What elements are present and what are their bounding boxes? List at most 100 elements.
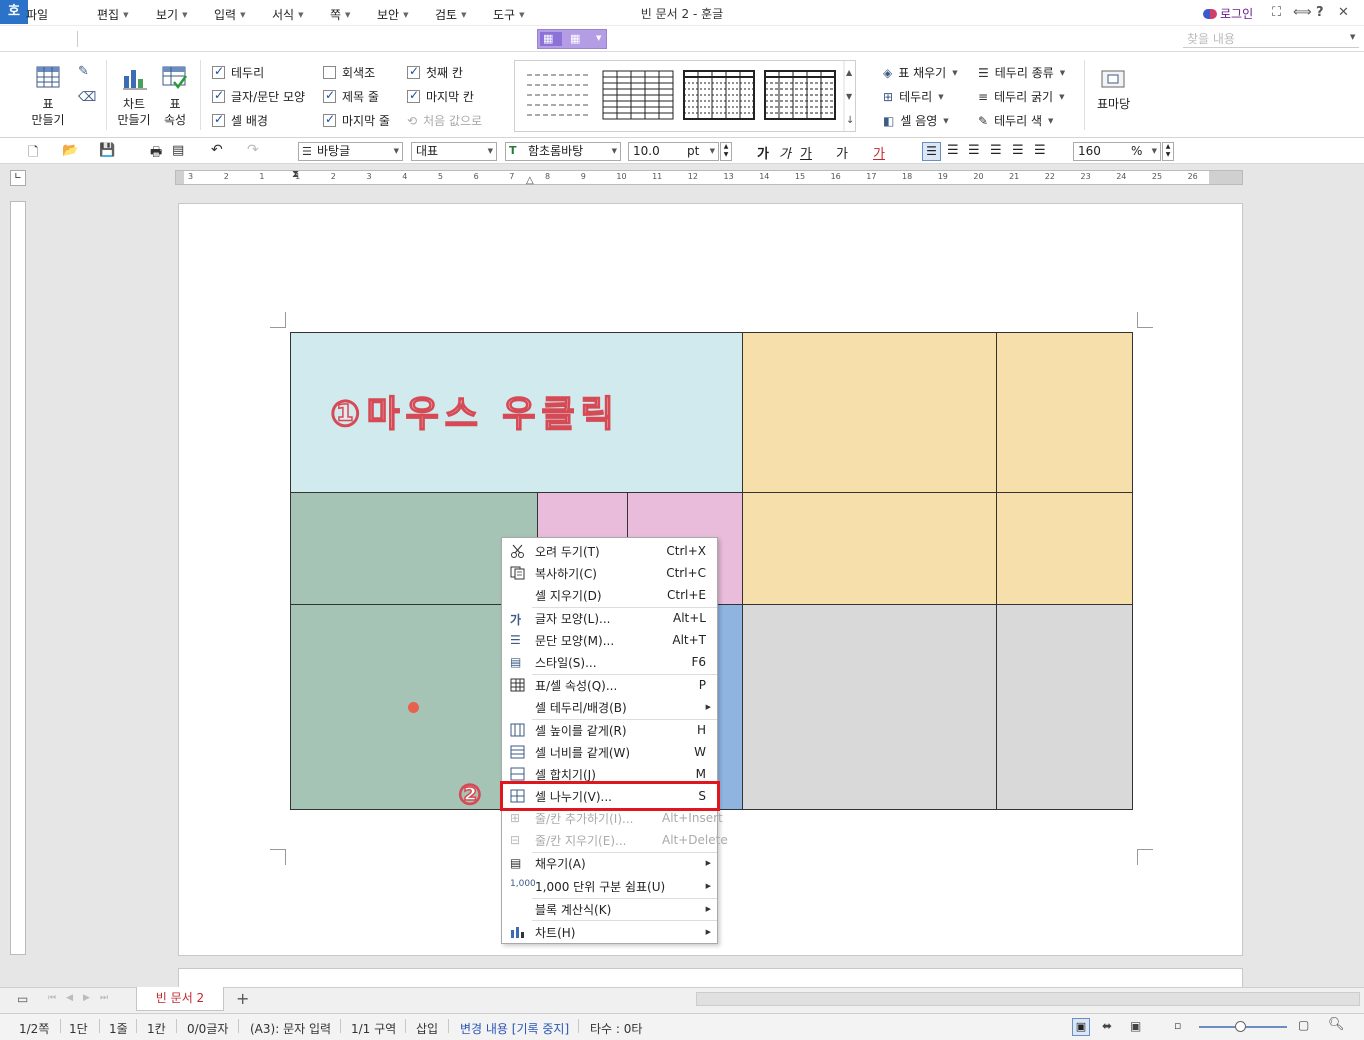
table-prop-button[interactable]: 표 속성 — [157, 96, 193, 128]
style-select[interactable]: 바탕글 ▼ — [298, 142, 403, 161]
menu-item-cell-border[interactable]: 셀 테두리/배경(B) ▶ — [502, 696, 717, 718]
check-title-row[interactable]: 제목 줄 — [323, 88, 379, 105]
zoom-out-icon[interactable]: ▫ — [1174, 1019, 1181, 1032]
table-draw-icon[interactable]: ✎ — [78, 64, 89, 79]
menu-item-copy[interactable]: 복사하기(C) Ctrl+C — [502, 562, 717, 584]
align-left-icon[interactable]: ☰ — [947, 143, 959, 158]
save-icon[interactable]: 💾 — [99, 143, 115, 158]
zoom-spinner[interactable]: ▲ ▼ — [1162, 142, 1174, 161]
table-fill-button[interactable]: ◈ 표 채우기 ▼ — [883, 64, 958, 81]
table-mode-toggle[interactable]: ▦ ▦ ▼ — [537, 29, 607, 49]
menu-item-fill[interactable]: ▤ 채우기(A) ▶ — [502, 852, 717, 874]
right-indent-icon[interactable]: △ — [526, 175, 534, 186]
menu-item-style[interactable]: ▤ 스타일(S)... F6 — [502, 651, 717, 673]
strike-button[interactable]: 가 — [836, 143, 848, 162]
table-cell[interactable] — [742, 604, 997, 810]
zoom-input[interactable]: 160% ▼ — [1073, 142, 1161, 161]
search-dropdown-icon[interactable]: ▼ — [1350, 33, 1355, 41]
check-border[interactable]: 테두리 — [212, 64, 264, 81]
bold-button[interactable]: 가 — [757, 143, 769, 162]
zoom-in-icon[interactable]: ▢ — [1298, 1018, 1309, 1032]
menu-page[interactable]: 쪽 ▼ — [330, 6, 350, 23]
chart-make-button[interactable]: 차트 만들기 — [116, 96, 152, 128]
menu-item-equal-width[interactable]: 셀 너비를 같게(W) W — [502, 741, 717, 763]
table-erase-icon[interactable]: ⌫ — [78, 90, 96, 105]
page-view-button-icon[interactable]: ▣ — [1072, 1018, 1090, 1036]
menu-item-thousand-sep[interactable]: 1,000 1,000 단위 구분 쉼표(U) ▶ — [502, 875, 717, 897]
horizontal-scrollbar[interactable] — [696, 992, 1360, 1006]
font-select[interactable]: 함초롬바탕 ▼ — [505, 142, 621, 161]
tab-document[interactable]: 빈 문서 2 — [136, 987, 224, 1011]
table-madang-button[interactable]: 표마당 — [1097, 96, 1130, 112]
new-doc-icon[interactable]: 🗋 — [28, 143, 38, 165]
menu-edit[interactable]: 편집 ▼ — [97, 6, 128, 23]
align-right-icon[interactable]: ☰ — [968, 143, 980, 158]
border-color-button[interactable]: ✎ 테두리 색 ▼ — [978, 112, 1053, 129]
vertical-ruler[interactable] — [10, 201, 26, 955]
menu-review[interactable]: 검토 ▼ — [435, 6, 466, 23]
menu-file[interactable]: 파일 — [26, 6, 48, 23]
width-view-icon[interactable]: ⬌ — [1102, 1019, 1112, 1033]
search-input[interactable]: 찾을 내용 — [1183, 30, 1359, 48]
table-cell[interactable] — [996, 332, 1133, 493]
menu-tools[interactable]: 도구 ▼ — [493, 6, 524, 23]
font-size-input[interactable]: 10.0 pt ▼ — [628, 142, 719, 161]
tab-nav-icons[interactable]: ⏮◀▶⏭ — [48, 993, 118, 1003]
full-view-icon[interactable]: ▣ — [1130, 1019, 1141, 1033]
check-first-col[interactable]: 첫째 칸 — [407, 64, 463, 81]
horizontal-ruler[interactable]: 3 2 1 1 2 3 4 5 6 7 8 9 10 11 12 13 14 15 16 17 18 19 20 21 22 23… — [175, 170, 1243, 185]
menu-item-para-shape[interactable]: ☰ 문단 모양(M)... Alt+T — [502, 629, 717, 651]
font-color-button[interactable]: 가 — [873, 143, 885, 162]
fullscreen-icon[interactable]: ⛶ — [1272, 5, 1281, 20]
print-icon[interactable]: 🖶 — [150, 143, 162, 165]
table-style-gallery[interactable]: ▲ ▼ ↓ — [514, 60, 856, 132]
resize-icon[interactable]: ⟺ — [1293, 5, 1312, 20]
open-icon[interactable]: 📂 — [62, 143, 78, 158]
page-view-icon[interactable]: ▭ — [17, 992, 28, 1006]
menu-item-cut[interactable]: 오려 두기(T) Ctrl+X — [502, 540, 717, 562]
table-cell[interactable] — [742, 492, 997, 605]
table-cell[interactable] — [996, 604, 1133, 810]
align-distribute-icon[interactable]: ☰ — [1012, 143, 1024, 158]
border-type-button[interactable]: ☰ 테두리 종류 ▼ — [978, 64, 1065, 81]
menu-view[interactable]: 보기 ▼ — [156, 6, 187, 23]
table-cell[interactable] — [996, 492, 1133, 605]
zoom-slider-thumb[interactable] — [1235, 1021, 1246, 1032]
status-track-changes[interactable]: 변경 내용 [기록 중지] — [460, 1020, 569, 1037]
add-tab-button[interactable]: + — [236, 989, 249, 1008]
menu-insert[interactable]: 입력 ▼ — [214, 6, 245, 23]
magnifier-icon[interactable]: 🔍︎ — [1328, 1017, 1345, 1032]
menu-item-del-rowcol[interactable]: ⊟ 줄/칸 지우기(E)... Alt+Delete — [502, 829, 728, 851]
menu-item-table-prop[interactable]: 표/셀 속성(Q)... P — [502, 674, 717, 696]
menu-item-equal-height[interactable]: 셀 높이를 같게(R) H — [502, 719, 717, 741]
underline-button[interactable]: 가 — [800, 143, 812, 162]
check-cellbg[interactable]: 셀 배경 — [212, 112, 268, 129]
menu-item-clear-cell[interactable]: 셀 지우기(D) Ctrl+E — [502, 584, 717, 606]
close-window-icon[interactable]: ✕ — [1338, 5, 1349, 20]
italic-button[interactable]: 가 — [779, 143, 791, 162]
menu-item-char-shape[interactable]: 가 글자 모양(L)... Alt+L — [502, 607, 717, 629]
menu-format[interactable]: 서식 ▼ — [272, 6, 303, 23]
menu-item-chart[interactable]: 차트(H) ▶ — [502, 921, 717, 943]
align-split-icon[interactable]: ☰ — [1034, 143, 1046, 158]
menu-security[interactable]: 보안 ▼ — [377, 6, 408, 23]
align-justify-icon[interactable]: ☰ — [922, 142, 941, 161]
check-last-col[interactable]: 마지막 칸 — [407, 88, 474, 105]
size-spinner[interactable]: ▲ ▼ — [720, 142, 732, 161]
table-make-button[interactable]: 표 만들기 — [30, 96, 66, 128]
status-page[interactable]: 1/2쪽 — [19, 1020, 49, 1037]
lang-select[interactable]: 대표 ▼ — [411, 142, 497, 161]
border-width-button[interactable]: ≡ 테두리 굵기 ▼ — [978, 88, 1064, 105]
menu-item-block-calc[interactable]: 블록 계산식(K) ▶ — [502, 898, 717, 920]
cell-shade-button[interactable]: ◧ 셀 음영 ▼ — [883, 112, 949, 129]
undo-icon[interactable]: ↶ — [211, 142, 223, 158]
reset-default-button[interactable]: ⟲ 처음 값으로 — [407, 112, 482, 129]
table-cell[interactable] — [742, 332, 997, 493]
ruler-corner[interactable]: ∟ — [10, 170, 26, 186]
border-button[interactable]: ⊞ 테두리 ▼ — [883, 88, 944, 105]
status-insert[interactable]: 삽입 — [416, 1020, 438, 1037]
login-button[interactable]: 로그인 — [1203, 5, 1253, 22]
redo-icon[interactable]: ↷ — [247, 142, 259, 158]
check-charshape[interactable]: 글자/문단 모양 — [212, 88, 305, 105]
indent-marker-icon[interactable]: ⧗ — [292, 169, 299, 180]
